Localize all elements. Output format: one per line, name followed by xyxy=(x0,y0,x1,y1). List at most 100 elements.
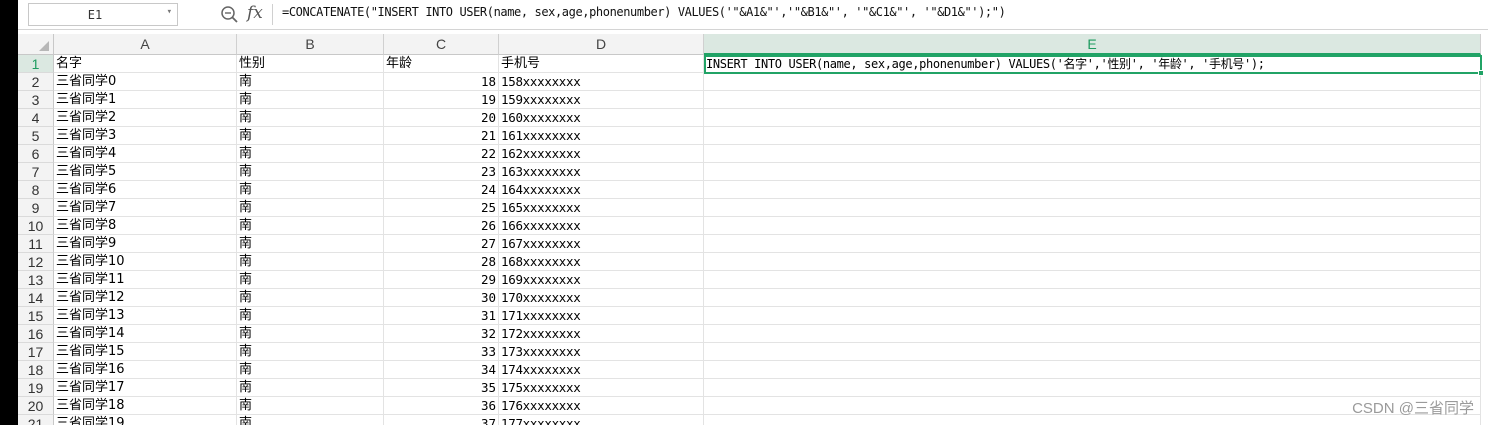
insert-function-icon[interactable]: fx xyxy=(247,3,263,23)
cell-e12[interactable] xyxy=(704,253,1481,271)
cell-a5[interactable]: 三省同学3 xyxy=(54,127,237,145)
select-all-corner[interactable] xyxy=(18,34,54,55)
cell-a9[interactable]: 三省同学7 xyxy=(54,199,237,217)
row-header-12[interactable]: 12 xyxy=(18,253,54,271)
cell-b1[interactable]: 性别 xyxy=(237,55,384,73)
cell-c20[interactable]: 36 xyxy=(384,397,499,415)
cell-c18[interactable]: 34 xyxy=(384,361,499,379)
row-header-13[interactable]: 13 xyxy=(18,271,54,289)
cell-a10[interactable]: 三省同学8 xyxy=(54,217,237,235)
cell-d11[interactable]: 167xxxxxxxx xyxy=(499,235,704,253)
cell-c1[interactable]: 年龄 xyxy=(384,55,499,73)
zoom-formula-icon[interactable] xyxy=(220,5,240,25)
cell-b15[interactable]: 南 xyxy=(237,307,384,325)
cell-b12[interactable]: 南 xyxy=(237,253,384,271)
cell-e18[interactable] xyxy=(704,361,1481,379)
cell-e3[interactable] xyxy=(704,91,1481,109)
cell-c8[interactable]: 24 xyxy=(384,181,499,199)
cell-d7[interactable]: 163xxxxxxxx xyxy=(499,163,704,181)
cell-b14[interactable]: 南 xyxy=(237,289,384,307)
cell-c9[interactable]: 25 xyxy=(384,199,499,217)
row-header-7[interactable]: 7 xyxy=(18,163,54,181)
cell-a1[interactable]: 名字 xyxy=(54,55,237,73)
row-header-20[interactable]: 20 xyxy=(18,397,54,415)
cell-b17[interactable]: 南 xyxy=(237,343,384,361)
cell-c5[interactable]: 21 xyxy=(384,127,499,145)
cell-d14[interactable]: 170xxxxxxxx xyxy=(499,289,704,307)
row-header-10[interactable]: 10 xyxy=(18,217,54,235)
column-header-b[interactable]: B xyxy=(237,34,384,55)
cell-c14[interactable]: 30 xyxy=(384,289,499,307)
cell-c16[interactable]: 32 xyxy=(384,325,499,343)
cell-a19[interactable]: 三省同学17 xyxy=(54,379,237,397)
row-header-4[interactable]: 4 xyxy=(18,109,54,127)
cell-c2[interactable]: 18 xyxy=(384,73,499,91)
cell-e1[interactable]: INSERT INTO USER(name, sex,age,phonenumb… xyxy=(704,55,1481,73)
cell-e2[interactable] xyxy=(704,73,1481,91)
row-header-1[interactable]: 1 xyxy=(18,55,54,73)
row-header-2[interactable]: 2 xyxy=(18,73,54,91)
cell-d10[interactable]: 166xxxxxxxx xyxy=(499,217,704,235)
cell-d13[interactable]: 169xxxxxxxx xyxy=(499,271,704,289)
cell-c21[interactable]: 37 xyxy=(384,415,499,425)
cell-a4[interactable]: 三省同学2 xyxy=(54,109,237,127)
cell-d20[interactable]: 176xxxxxxxx xyxy=(499,397,704,415)
cell-d12[interactable]: 168xxxxxxxx xyxy=(499,253,704,271)
cell-d9[interactable]: 165xxxxxxxx xyxy=(499,199,704,217)
cell-e19[interactable] xyxy=(704,379,1481,397)
cell-d6[interactable]: 162xxxxxxxx xyxy=(499,145,704,163)
cell-a20[interactable]: 三省同学18 xyxy=(54,397,237,415)
cell-e9[interactable] xyxy=(704,199,1481,217)
cell-e8[interactable] xyxy=(704,181,1481,199)
cell-a16[interactable]: 三省同学14 xyxy=(54,325,237,343)
cell-c15[interactable]: 31 xyxy=(384,307,499,325)
column-header-c[interactable]: C xyxy=(384,34,499,55)
cell-d4[interactable]: 160xxxxxxxx xyxy=(499,109,704,127)
cell-e6[interactable] xyxy=(704,145,1481,163)
cell-b18[interactable]: 南 xyxy=(237,361,384,379)
cell-a12[interactable]: 三省同学10 xyxy=(54,253,237,271)
cell-d15[interactable]: 171xxxxxxxx xyxy=(499,307,704,325)
cell-e16[interactable] xyxy=(704,325,1481,343)
cell-b4[interactable]: 南 xyxy=(237,109,384,127)
row-header-11[interactable]: 11 xyxy=(18,235,54,253)
row-header-14[interactable]: 14 xyxy=(18,289,54,307)
cell-a13[interactable]: 三省同学11 xyxy=(54,271,237,289)
cell-b8[interactable]: 南 xyxy=(237,181,384,199)
cell-e10[interactable] xyxy=(704,217,1481,235)
cell-c19[interactable]: 35 xyxy=(384,379,499,397)
cell-d5[interactable]: 161xxxxxxxx xyxy=(499,127,704,145)
row-header-21[interactable]: 21 xyxy=(18,415,54,425)
cell-c17[interactable]: 33 xyxy=(384,343,499,361)
cell-c11[interactable]: 27 xyxy=(384,235,499,253)
cell-c10[interactable]: 26 xyxy=(384,217,499,235)
cell-e7[interactable] xyxy=(704,163,1481,181)
cell-c13[interactable]: 29 xyxy=(384,271,499,289)
cell-d16[interactable]: 172xxxxxxxx xyxy=(499,325,704,343)
cell-a6[interactable]: 三省同学4 xyxy=(54,145,237,163)
row-header-19[interactable]: 19 xyxy=(18,379,54,397)
cell-b9[interactable]: 南 xyxy=(237,199,384,217)
column-header-e[interactable]: E xyxy=(704,34,1481,55)
cell-a18[interactable]: 三省同学16 xyxy=(54,361,237,379)
fill-handle[interactable] xyxy=(1478,70,1484,76)
cell-e13[interactable] xyxy=(704,271,1481,289)
cell-a15[interactable]: 三省同学13 xyxy=(54,307,237,325)
cell-b11[interactable]: 南 xyxy=(237,235,384,253)
cell-e15[interactable] xyxy=(704,307,1481,325)
cell-e4[interactable] xyxy=(704,109,1481,127)
cell-b21[interactable]: 南 xyxy=(237,415,384,425)
cell-d19[interactable]: 175xxxxxxxx xyxy=(499,379,704,397)
row-header-5[interactable]: 5 xyxy=(18,127,54,145)
cell-a14[interactable]: 三省同学12 xyxy=(54,289,237,307)
row-header-9[interactable]: 9 xyxy=(18,199,54,217)
cell-e5[interactable] xyxy=(704,127,1481,145)
cell-d8[interactable]: 164xxxxxxxx xyxy=(499,181,704,199)
formula-input[interactable]: =CONCATENATE("INSERT INTO USER(name, sex… xyxy=(282,5,1472,25)
cell-a11[interactable]: 三省同学9 xyxy=(54,235,237,253)
cell-b10[interactable]: 南 xyxy=(237,217,384,235)
cell-c4[interactable]: 20 xyxy=(384,109,499,127)
cell-a8[interactable]: 三省同学6 xyxy=(54,181,237,199)
cell-b3[interactable]: 南 xyxy=(237,91,384,109)
row-header-3[interactable]: 3 xyxy=(18,91,54,109)
